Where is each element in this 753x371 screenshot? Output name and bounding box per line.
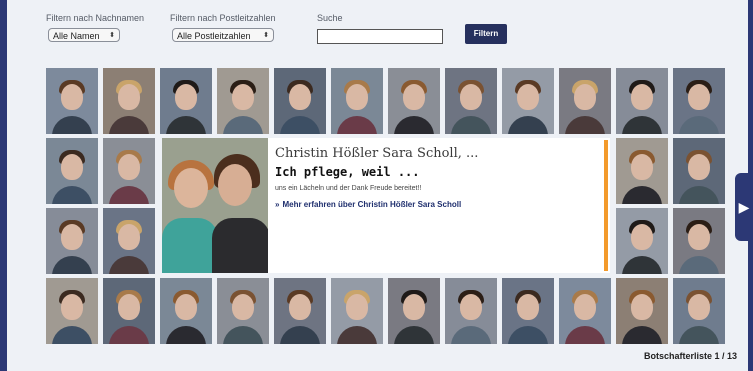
select-arrows-icon: ⬍ bbox=[263, 32, 269, 39]
left-border bbox=[0, 0, 7, 371]
ambassador-portrait[interactable] bbox=[616, 68, 668, 134]
ambassador-portrait[interactable] bbox=[103, 138, 155, 204]
ambassador-portrait[interactable] bbox=[160, 68, 212, 134]
chevron-right-icon: » bbox=[275, 200, 280, 209]
featured-more-link-text: Mehr erfahren über Christin Hößler Sara … bbox=[282, 200, 462, 209]
ambassador-portrait[interactable] bbox=[673, 208, 725, 274]
ambassador-portrait[interactable] bbox=[331, 68, 383, 134]
ambassador-portrait[interactable] bbox=[502, 68, 554, 134]
featured-subtitle: uns ein Lächeln und der Dank Freude bere… bbox=[275, 185, 422, 192]
lastname-filter-select[interactable]: Alle Namen ⬍ bbox=[48, 28, 120, 42]
postcode-filter-select[interactable]: Alle Postleitzahlen ⬍ bbox=[172, 28, 274, 42]
ambassador-portrait[interactable] bbox=[103, 278, 155, 344]
filter-button[interactable]: Filtern bbox=[465, 24, 507, 44]
ambassador-portrait[interactable] bbox=[673, 138, 725, 204]
ambassador-portrait[interactable] bbox=[616, 278, 668, 344]
next-page-button[interactable]: ▶ bbox=[735, 173, 753, 241]
chevron-right-icon: ▶ bbox=[738, 199, 750, 215]
accent-bar bbox=[604, 140, 608, 271]
ambassador-portrait[interactable] bbox=[673, 278, 725, 344]
postcode-filter-value: Alle Postleitzahlen bbox=[177, 31, 251, 41]
postcode-filter-label: Filtern nach Postleitzahlen bbox=[170, 13, 276, 23]
ambassador-portrait[interactable] bbox=[388, 278, 440, 344]
ambassador-portrait[interactable] bbox=[445, 68, 497, 134]
lastname-filter-value: Alle Namen bbox=[53, 31, 100, 41]
ambassador-portrait[interactable] bbox=[46, 68, 98, 134]
featured-ambassador-card[interactable]: Christin Hößler Sara Scholl, ... Ich pfl… bbox=[162, 138, 610, 273]
select-arrows-icon: ⬍ bbox=[109, 32, 115, 39]
ambassador-portrait[interactable] bbox=[217, 68, 269, 134]
ambassador-gallery-page: Filtern nach Nachnamen Alle Namen ⬍ Filt… bbox=[0, 0, 753, 371]
ambassador-portrait[interactable] bbox=[559, 278, 611, 344]
ambassador-portrait[interactable] bbox=[274, 68, 326, 134]
ambassador-portrait[interactable] bbox=[103, 68, 155, 134]
ambassador-portrait[interactable] bbox=[616, 208, 668, 274]
featured-more-link[interactable]: » Mehr erfahren über Christin Hößler Sara… bbox=[275, 200, 461, 209]
ambassador-portrait[interactable] bbox=[160, 278, 212, 344]
pagination-label: Botschafterliste 1 / 13 bbox=[643, 351, 737, 361]
ambassador-portrait[interactable] bbox=[46, 208, 98, 274]
featured-photo[interactable] bbox=[162, 138, 268, 273]
search-label: Suche bbox=[317, 13, 343, 23]
ambassador-portrait[interactable] bbox=[445, 278, 497, 344]
ambassador-portrait[interactable] bbox=[559, 68, 611, 134]
featured-name: Christin Hößler Sara Scholl, ... bbox=[275, 146, 479, 161]
ambassador-portrait[interactable] bbox=[103, 208, 155, 274]
ambassador-portrait[interactable] bbox=[331, 278, 383, 344]
ambassador-portrait[interactable] bbox=[46, 278, 98, 344]
ambassador-portrait[interactable] bbox=[673, 68, 725, 134]
ambassador-portrait[interactable] bbox=[274, 278, 326, 344]
search-input[interactable] bbox=[317, 29, 443, 44]
ambassador-portrait[interactable] bbox=[217, 278, 269, 344]
ambassador-portrait[interactable] bbox=[388, 68, 440, 134]
ambassador-portrait[interactable] bbox=[46, 138, 98, 204]
featured-quote: Ich pflege, weil ... bbox=[275, 165, 420, 179]
ambassador-portrait[interactable] bbox=[502, 278, 554, 344]
lastname-filter-label: Filtern nach Nachnamen bbox=[46, 13, 145, 23]
ambassador-portrait[interactable] bbox=[616, 138, 668, 204]
